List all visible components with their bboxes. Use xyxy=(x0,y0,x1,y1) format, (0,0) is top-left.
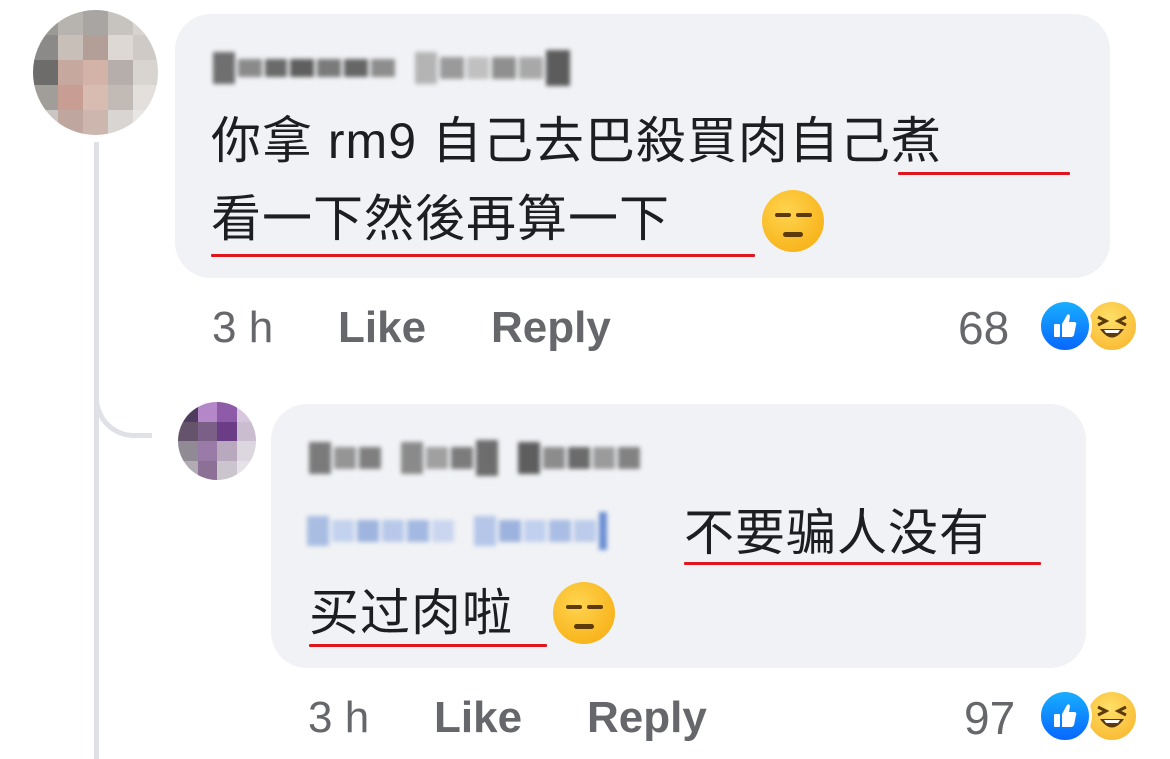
unamused-face-emoji xyxy=(762,190,824,252)
thread-connector-line xyxy=(94,142,99,759)
comment-text-line1: 不要骗人没有 xyxy=(684,505,990,561)
red-underline-annotation xyxy=(684,562,1041,565)
comment-text-line1: 你拿 rm9 自己去巴殺買肉自己煮 xyxy=(211,113,942,169)
avatar[interactable] xyxy=(33,10,158,135)
reply-button[interactable]: Reply xyxy=(491,306,611,350)
reply-connector-curve xyxy=(94,380,152,438)
comment-timestamp[interactable]: 3 h xyxy=(308,696,369,740)
like-reaction-icon[interactable] xyxy=(1038,299,1092,353)
red-underline-annotation xyxy=(211,254,755,257)
unamused-face-emoji xyxy=(553,582,615,644)
like-button[interactable]: Like xyxy=(338,306,426,350)
red-underline-annotation xyxy=(309,644,547,647)
haha-reaction-icon[interactable] xyxy=(1085,299,1139,353)
reaction-count[interactable]: 68 xyxy=(958,305,1009,351)
like-reaction-icon[interactable] xyxy=(1038,689,1092,743)
commenter-name-redacted[interactable] xyxy=(309,440,643,476)
commenter-name-redacted[interactable] xyxy=(213,50,573,86)
mention-tag-redacted[interactable] xyxy=(307,512,610,550)
comment-text-line2: 买过肉啦 xyxy=(309,585,513,641)
reply-button[interactable]: Reply xyxy=(587,696,707,740)
like-button[interactable]: Like xyxy=(434,696,522,740)
haha-reaction-icon[interactable] xyxy=(1085,689,1139,743)
comment-timestamp[interactable]: 3 h xyxy=(212,306,273,350)
reaction-count[interactable]: 97 xyxy=(964,695,1015,741)
comment-bubble: 不要骗人没有 买过肉啦 xyxy=(271,404,1086,668)
avatar[interactable] xyxy=(178,402,256,480)
comment-bubble: 你拿 rm9 自己去巴殺買肉自己煮 看一下然後再算一下 xyxy=(175,14,1110,278)
red-underline-annotation xyxy=(898,172,1070,175)
comment-text-line2: 看一下然後再算一下 xyxy=(211,191,670,247)
